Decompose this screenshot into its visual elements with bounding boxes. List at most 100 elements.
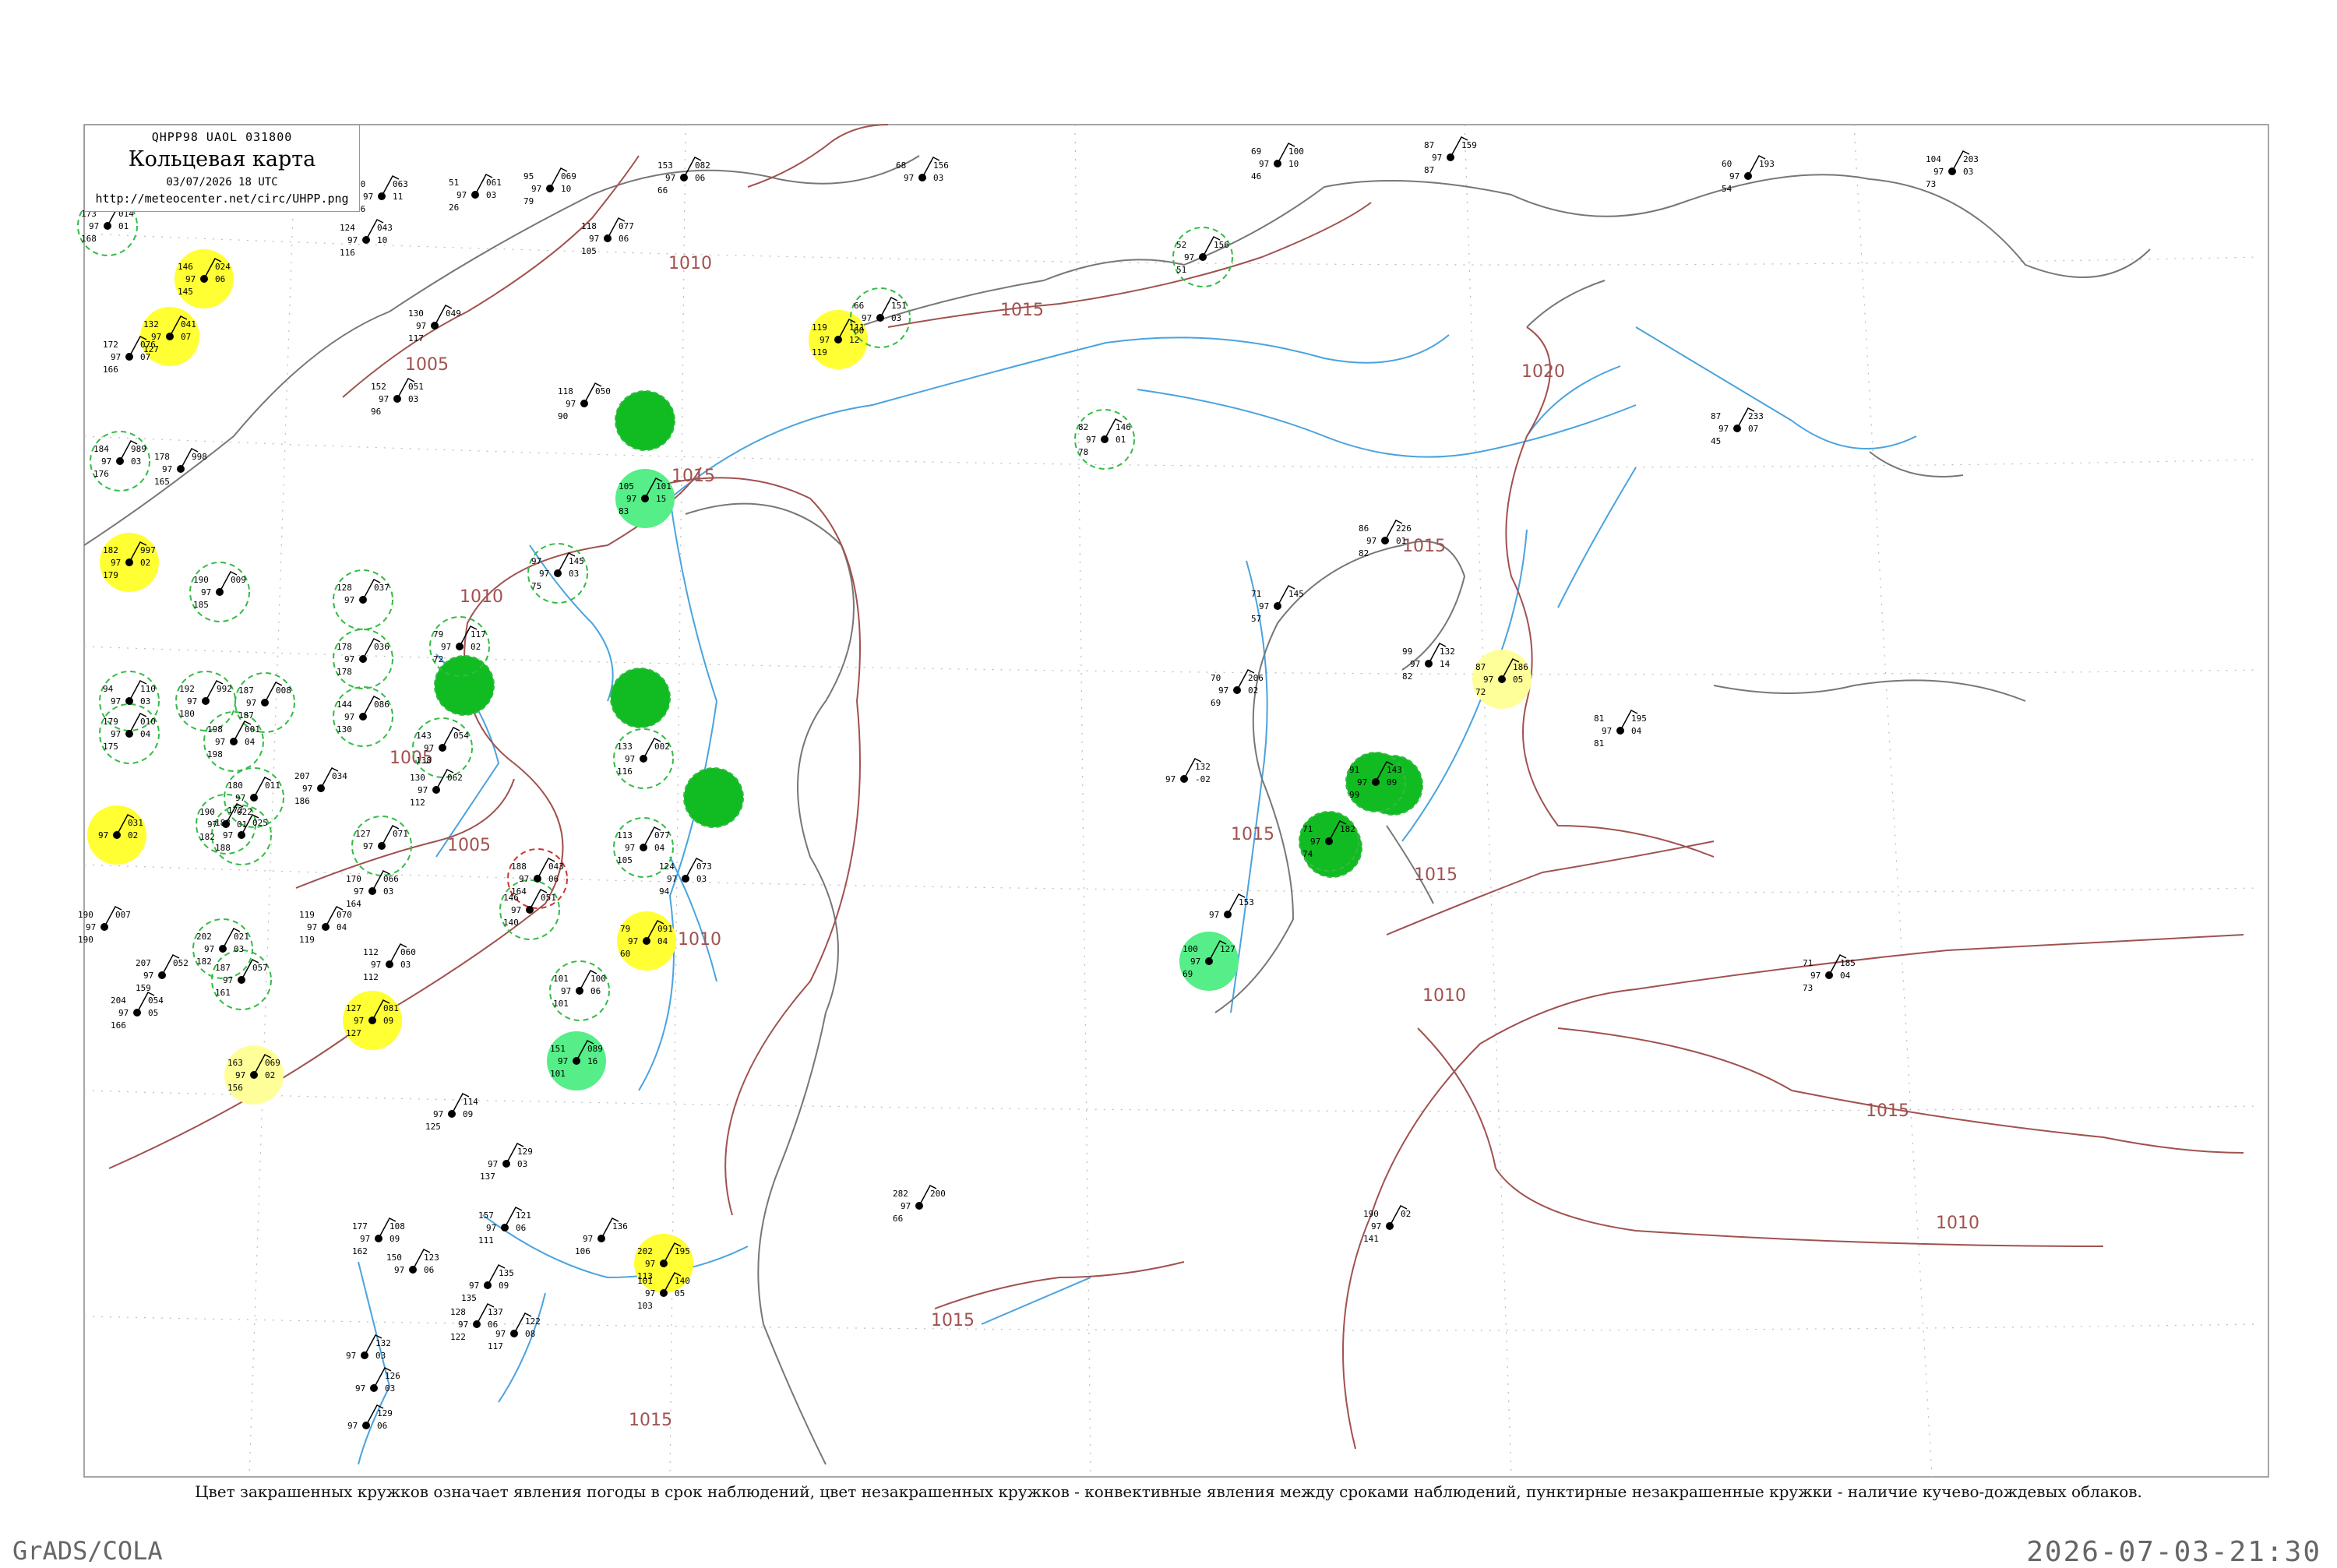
station-pressure: 132 — [375, 1338, 391, 1348]
station-temp: 71 — [1251, 589, 1261, 599]
station-dewpoint: 116 — [617, 766, 633, 777]
station-temp: 79 — [620, 924, 630, 934]
station-pressure: 051 — [541, 893, 556, 903]
station-pressure: 041 — [181, 319, 196, 329]
station-cloud: 97 — [223, 975, 233, 985]
station-cloud: 97 — [363, 192, 373, 202]
station-pressure: 043 — [377, 223, 393, 233]
station-cloud: 97 — [625, 843, 635, 853]
station-tendency: 03 — [234, 944, 244, 954]
station-cloud: 97 — [1366, 536, 1376, 546]
station-cloud: 97 — [1259, 601, 1269, 611]
station-cloud: 97 — [566, 399, 576, 409]
station-cloud: 97 — [458, 1320, 468, 1330]
station-pressure: 037 — [374, 583, 390, 593]
station-temp: 178 — [337, 642, 352, 652]
station-dewpoint: 46 — [1251, 171, 1261, 181]
station-temp: 146 — [178, 262, 193, 272]
station-cloud: 97 — [539, 569, 549, 579]
station-cloud: 97 — [456, 190, 467, 200]
station-tendency: 03 — [400, 960, 411, 970]
station-pressure: 077 — [654, 830, 670, 840]
station-temp: 127 — [355, 829, 371, 839]
weather-circle-green — [434, 655, 495, 716]
station-pressure: 186 — [1513, 662, 1528, 672]
station-cloud: 97 — [862, 313, 872, 323]
station-pressure: 057 — [252, 963, 268, 973]
station-temp: 124 — [340, 223, 355, 233]
station-tendency: 11 — [393, 192, 403, 202]
station-tendency: 06 — [590, 986, 601, 996]
station-tendency: 02 — [471, 642, 481, 652]
station-pressure: 025 — [252, 818, 268, 828]
station-cloud: 97 — [901, 1201, 911, 1211]
isobar-label: 1010 — [1936, 1214, 1979, 1233]
isobar-1015-southeast — [1557, 1027, 2244, 1154]
footer-timestamp: 2026-07-03-21:30 — [2026, 1536, 2321, 1568]
station-pressure: 123 — [424, 1253, 439, 1263]
station-tendency: 02 — [1248, 685, 1258, 696]
station-cloud: 97 — [162, 464, 172, 474]
station-cloud: 97 — [235, 793, 245, 803]
station-cloud: 97 — [111, 696, 121, 706]
isobar-1015-east — [1386, 840, 1715, 936]
station-pressure: 001 — [245, 724, 260, 735]
isobar-label: 1005 — [405, 355, 449, 375]
station-dewpoint: 103 — [637, 1301, 653, 1311]
station-temp: 282 — [893, 1189, 908, 1199]
station-pressure: 998 — [192, 452, 207, 462]
station-temp: 69 — [1251, 146, 1261, 157]
isobar-label: 1015 — [1866, 1101, 1909, 1121]
station-cloud: 97 — [583, 1234, 593, 1244]
station-cloud: 97 — [820, 335, 830, 345]
station-pressure: 206 — [1248, 673, 1264, 683]
station-temp: 79 — [433, 629, 443, 640]
station-cloud: 97 — [86, 922, 96, 932]
station-temp: 118 — [558, 386, 573, 396]
isobar-label: 1010 — [460, 587, 503, 607]
station-tendency: 07 — [181, 332, 191, 342]
station-temp: 180 — [227, 780, 243, 791]
station-cloud: 97 — [201, 587, 211, 597]
source-url: http://meteocenter.net/circ/UHPP.png — [95, 192, 349, 206]
station-temp: 118 — [581, 221, 597, 231]
station-dewpoint: 186 — [294, 796, 310, 806]
station-cloud: 97 — [143, 971, 153, 981]
station-pressure: 008 — [276, 685, 291, 696]
station-temp: 146 — [503, 893, 519, 903]
station-pressure: 007 — [115, 910, 131, 920]
station-pressure: 153 — [1239, 897, 1254, 907]
station-cloud: 97 — [371, 960, 381, 970]
station-tendency: 01 — [118, 221, 129, 231]
station-dewpoint: 159 — [136, 983, 151, 993]
station-pressure: 036 — [374, 642, 390, 652]
station-dewpoint: 78 — [1078, 447, 1088, 457]
station-dewpoint: 138 — [416, 756, 432, 766]
station-dewpoint: 182 — [196, 957, 212, 967]
station-cloud: 97 — [904, 173, 914, 183]
station-temp: 187 — [215, 963, 231, 973]
station-dewpoint: 117 — [488, 1341, 503, 1351]
station-dewpoint: 72 — [1475, 687, 1486, 697]
station-cloud: 97 — [344, 654, 354, 664]
station-pressure: 143 — [1387, 765, 1402, 775]
station-plots: 1739716801401146971450240613297127041071… — [78, 136, 1979, 1431]
station-dewpoint: 156 — [227, 1083, 243, 1093]
station-dewpoint: 26 — [449, 203, 459, 213]
station-pressure: 054 — [148, 995, 164, 1006]
station-tendency: 05 — [675, 1288, 685, 1298]
station-dewpoint: 140 — [503, 918, 519, 928]
station-pressure: 110 — [140, 684, 156, 694]
station-dewpoint: 116 — [340, 248, 355, 258]
map-date: 03/07/2026 18 UTC — [166, 176, 278, 189]
station-cloud: 97 — [344, 595, 354, 605]
station-dewpoint: 141 — [1363, 1234, 1379, 1244]
station-pressure: 159 — [1461, 140, 1477, 150]
station-dewpoint: 90 — [558, 411, 568, 421]
station-cloud: 97 — [1209, 910, 1219, 920]
station-pressure: 034 — [332, 771, 347, 781]
station-cloud: 97 — [1933, 167, 1944, 177]
station-tendency: 06 — [619, 234, 629, 244]
station-temp: 187 — [238, 685, 254, 696]
station-tendency: 14 — [1440, 659, 1450, 669]
